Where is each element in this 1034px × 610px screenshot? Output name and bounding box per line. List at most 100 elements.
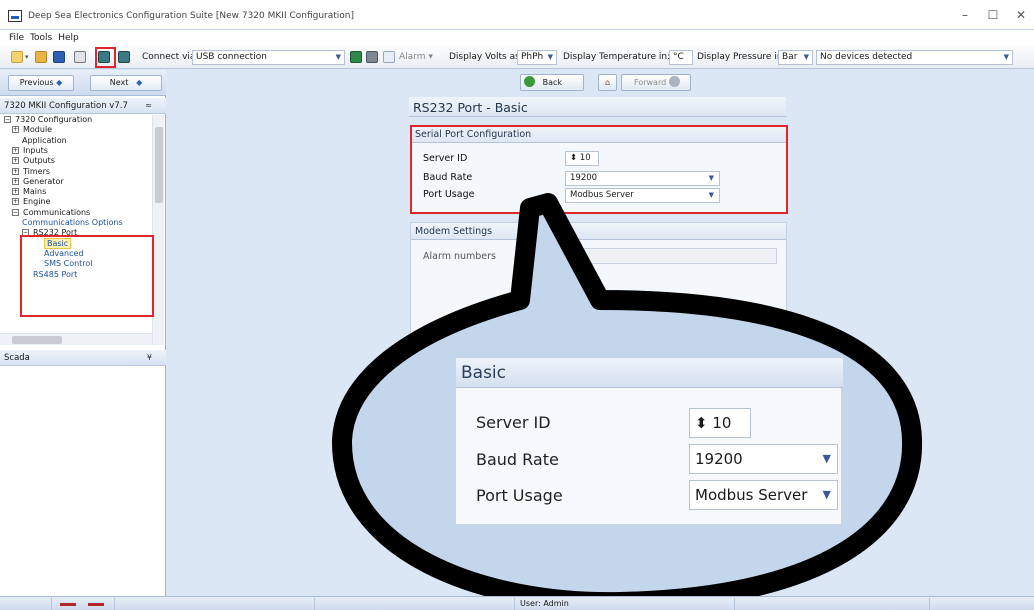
tree-horizontal-scrollbar[interactable]: [0, 333, 152, 345]
connect-icon[interactable]: [350, 51, 362, 63]
scada-header[interactable]: Scada ¥: [0, 350, 166, 366]
config-tree-panel: Previous ◆ Next ◆ 7320 MKII Configuratio…: [0, 70, 166, 596]
display-pressure-label: Display Pressure in:: [697, 52, 786, 62]
title-bar: Deep Sea Electronics Configuration Suite…: [0, 0, 1034, 30]
forward-button[interactable]: Forward: [621, 74, 691, 91]
tree-item[interactable]: − Communications: [12, 208, 90, 218]
write-to-module-icon[interactable]: [118, 51, 130, 63]
tree-item[interactable]: + Engine: [12, 197, 50, 207]
expand-icon[interactable]: +: [12, 167, 19, 175]
scroll-thumb[interactable]: [155, 127, 163, 203]
tree-item-label: Mains: [23, 187, 47, 197]
tree-item[interactable]: + Generator: [12, 177, 64, 187]
tree-item[interactable]: Communications Options: [22, 218, 123, 228]
display-volts-value: PhPh: [521, 52, 544, 62]
collapse-icon[interactable]: −: [4, 116, 11, 123]
alarm-numbers-field[interactable]: [565, 248, 777, 264]
forward-arrow-icon: [668, 76, 680, 87]
tree-item[interactable]: + Outputs: [12, 156, 55, 166]
arrow-right-icon: ◆: [136, 78, 143, 87]
new-dropdown-arrow-icon[interactable]: ▾: [25, 50, 29, 65]
tree-highlight-box: [20, 235, 154, 317]
next-label: Next: [109, 78, 129, 87]
scroll-thumb[interactable]: [12, 336, 62, 344]
connect-via-value: USB connection: [196, 52, 267, 62]
back-arrow-icon: [524, 76, 535, 87]
zoom-port-usage-select: Modbus Server ▼: [689, 480, 838, 510]
home-button[interactable]: ⌂: [598, 74, 617, 91]
display-temperature-value: °C: [673, 52, 684, 62]
new-file-icon[interactable]: [11, 51, 23, 63]
modem-settings-header: Modem Settings: [411, 223, 786, 240]
zoom-port-usage-label: Port Usage: [476, 486, 563, 505]
tree-item[interactable]: + Timers: [12, 167, 50, 177]
zoom-callout-panel: Basic Server ID ⬍ 10 Baud Rate 19200 ▼ Po…: [455, 357, 843, 525]
connection-status: [52, 598, 115, 610]
connect-via-label: Connect via: [142, 52, 196, 62]
previous-button[interactable]: Previous ◆: [8, 75, 74, 91]
scada-icon[interactable]: [366, 51, 378, 63]
next-button[interactable]: Next ◆: [90, 75, 162, 91]
device-select[interactable]: No devices detected ▼: [816, 50, 1013, 65]
tree-item[interactable]: Application: [22, 136, 67, 146]
menu-tools[interactable]: Tools: [26, 30, 54, 43]
collapse-icon[interactable]: ≈: [145, 98, 152, 114]
window-title: Deep Sea Electronics Configuration Suite…: [28, 11, 355, 21]
menu-help[interactable]: Help: [54, 30, 81, 43]
expand-icon[interactable]: +: [12, 146, 19, 154]
connect-via-select[interactable]: USB connection ▼: [192, 50, 345, 65]
previous-label: Previous: [19, 78, 54, 87]
serial-port-highlight-box: [410, 125, 788, 214]
forward-label: Forward: [634, 78, 667, 87]
app-icon: [8, 10, 22, 22]
alarm-label: Alarm: [399, 52, 426, 62]
close-button[interactable]: ✕: [1013, 8, 1029, 22]
device-status-value: No devices detected: [820, 52, 913, 62]
toolbar-highlight-box: [95, 47, 116, 68]
print-icon[interactable]: [74, 51, 86, 63]
tree-item[interactable]: + Inputs: [12, 146, 48, 156]
modem-settings-title: Modem Settings: [415, 226, 493, 237]
expand-icon[interactable]: ¥: [147, 350, 152, 366]
nav-bar: Previous ◆ Next ◆: [0, 70, 166, 96]
save-icon[interactable]: [53, 51, 65, 63]
expand-icon[interactable]: +: [12, 177, 19, 185]
back-button[interactable]: Back: [520, 74, 584, 91]
display-volts-select[interactable]: PhPh ▼: [517, 50, 557, 65]
zoom-port-usage-value: Modbus Server: [695, 486, 808, 504]
menu-bar: File Tools Help: [0, 30, 1034, 46]
menu-file[interactable]: File: [0, 30, 26, 43]
zoom-title: Basic: [456, 358, 843, 388]
tree-item[interactable]: + Mains: [12, 187, 46, 197]
alarm-numbers-label: Alarm numbers: [423, 251, 496, 262]
arrow-left-icon: ◆: [56, 78, 63, 87]
status-segment: [0, 598, 52, 610]
minimize-button[interactable]: –: [957, 8, 973, 22]
maximize-button[interactable]: ☐: [985, 8, 1001, 22]
expand-icon[interactable]: +: [12, 198, 19, 206]
tree-item[interactable]: −7320 Configuration: [4, 115, 92, 125]
spin-icon: ⬍: [695, 414, 708, 432]
zoom-server-id-label: Server ID: [476, 413, 551, 432]
display-temperature-label: Display Temperature in:: [563, 52, 671, 62]
alarm-menu[interactable]: Alarm ▾: [399, 50, 433, 65]
display-temperature-select[interactable]: °C: [669, 50, 693, 65]
tree-item-label: Communications Options: [22, 218, 123, 227]
expand-icon[interactable]: +: [12, 188, 19, 196]
tree-item[interactable]: + Module: [12, 125, 52, 135]
chevron-down-icon: ▼: [335, 53, 341, 61]
display-pressure-select[interactable]: Bar ▼: [778, 50, 813, 65]
tree-item-label: Inputs: [23, 145, 48, 155]
status-bar: User: Admin: [0, 596, 1034, 610]
page-title-bar: RS232 Port - Basic: [409, 97, 786, 117]
tree-item-label: Communications: [23, 207, 91, 217]
disconnect-icon[interactable]: [383, 51, 395, 63]
zoom-baud-rate-select: 19200 ▼: [689, 444, 838, 474]
open-folder-icon[interactable]: [35, 51, 47, 63]
expand-icon[interactable]: +: [12, 126, 19, 134]
home-icon: ⌂: [604, 78, 611, 87]
expand-icon[interactable]: +: [12, 157, 19, 165]
chevron-down-icon: ▼: [822, 488, 831, 501]
collapse-icon[interactable]: −: [12, 208, 19, 216]
user-status: User: Admin: [515, 598, 735, 610]
